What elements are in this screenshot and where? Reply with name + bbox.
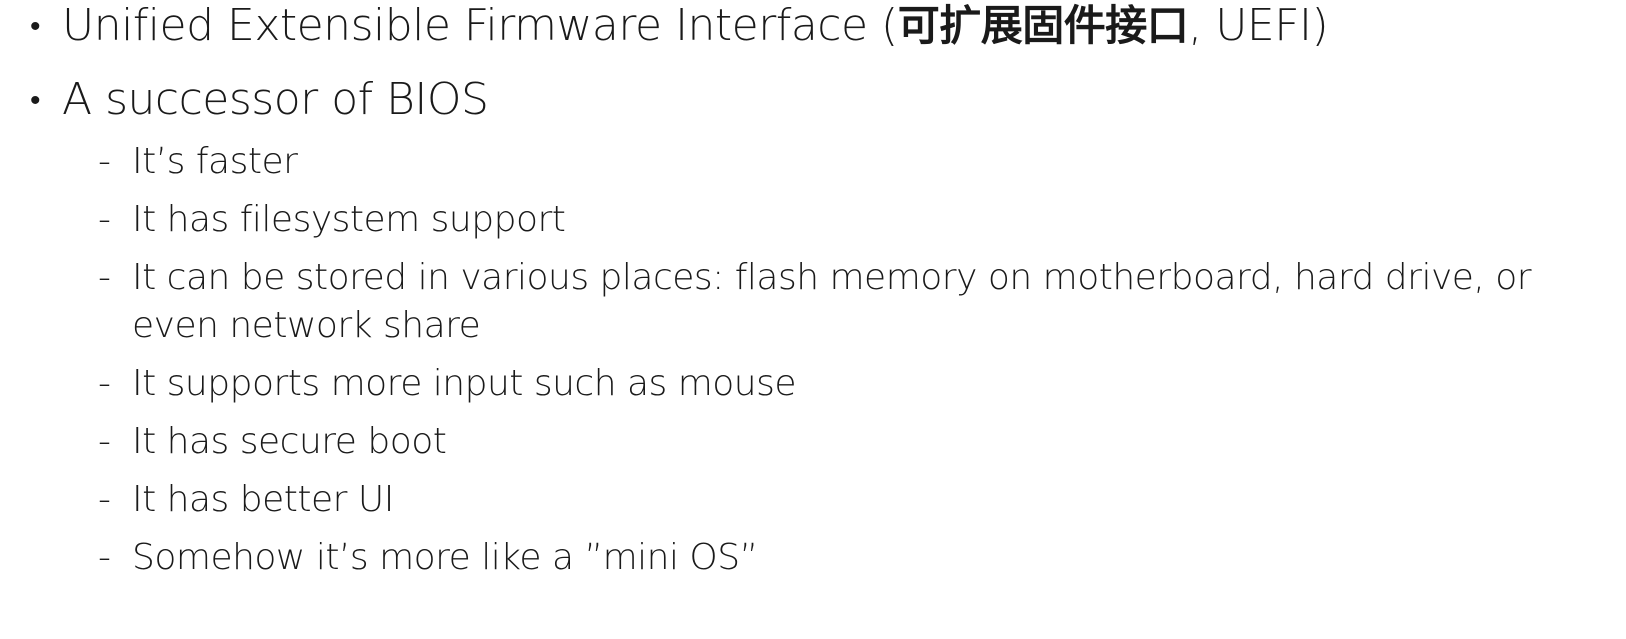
bullet-uefi-chinese: 可扩展固件接口 (897, 1, 1189, 50)
subbullet-mini-os: - Somehow it’s more like a ”mini OS” (98, 534, 1622, 582)
subbullet-filesystem: - It has filesystem support (98, 196, 1622, 244)
subbullet-text: It has secure boot (132, 421, 447, 462)
dash-marker: - (98, 257, 111, 298)
dash-marker: - (98, 363, 111, 404)
subbullet-text: Somehow it’s more like a ”mini OS” (132, 537, 758, 578)
bullet-uefi-text-post: , UEFI) (1188, 0, 1329, 51)
bullet-bios-successor-text: A successor of BIOS (62, 74, 489, 125)
dash-marker: - (98, 479, 111, 520)
dash-marker: - (98, 199, 111, 240)
subbullet-text: It supports more input such as mouse (132, 363, 797, 404)
subbullet-faster: - It’s faster (98, 138, 1622, 186)
bullet-uefi: • Unified Extensible Firmware Interface (… (30, 0, 1329, 53)
dash-marker: - (98, 421, 111, 462)
subbullet-input: - It supports more input such as mouse (98, 360, 1622, 408)
subbullet-secure-boot: - It has secure boot (98, 418, 1622, 466)
subbullet-text: It has better UI (132, 479, 394, 520)
dash-marker: - (98, 537, 111, 578)
bullet-uefi-text-pre: Unified Extensible Firmware Interface ( (62, 0, 898, 51)
subbullet-text: It can be stored in various places: flas… (132, 257, 1532, 346)
slide: • Unified Extensible Firmware Interface (… (0, 0, 1626, 639)
subbullet-better-ui: - It has better UI (98, 476, 1622, 524)
subbullet-text: It’s faster (132, 141, 298, 182)
bullet-bios-successor: • A successor of BIOS (30, 74, 489, 127)
bullet-marker: • (30, 83, 41, 118)
subbullet-text: It has filesystem support (132, 199, 566, 240)
bullet-marker: • (30, 9, 41, 44)
dash-marker: - (98, 141, 111, 182)
subbullet-storage: - It can be stored in various places: fl… (98, 254, 1622, 350)
